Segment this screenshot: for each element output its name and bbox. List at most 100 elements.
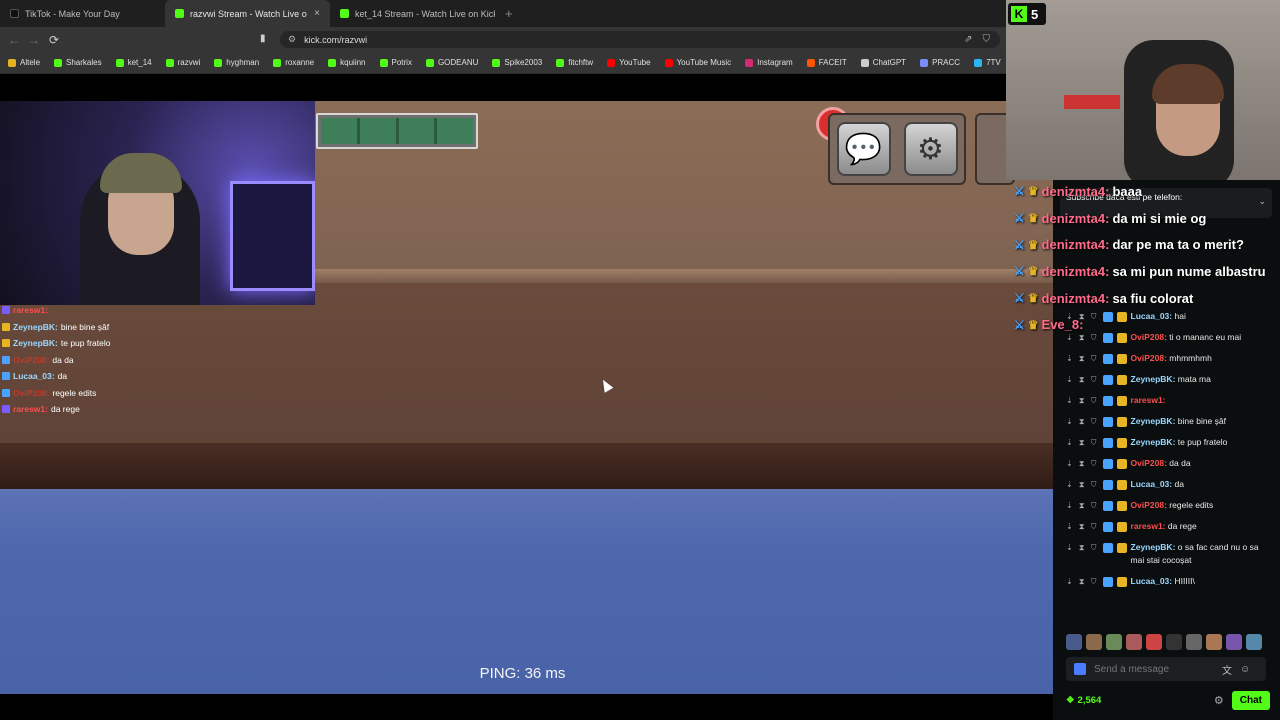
back-arrow-icon[interactable]: ← — [4, 33, 24, 47]
moderation-tools-icon[interactable]: ⇣ ⧗ ⛉ — [1066, 575, 1099, 588]
new-tab-button[interactable]: + — [495, 6, 523, 21]
bookmark-item[interactable]: hyghman — [214, 58, 259, 67]
tab-ket14-stream[interactable]: ket_14 Stream - Watch Live on Kick — [330, 0, 495, 27]
bookmark-item[interactable]: fitchftw — [556, 58, 593, 67]
moderation-tools-icon[interactable]: ⇣ ⧗ ⛉ — [1066, 394, 1099, 407]
chat-input[interactable] — [1094, 663, 1214, 675]
bookmark-item[interactable]: PRACC — [920, 58, 960, 67]
guest-webcam — [1006, 0, 1280, 180]
chat-username[interactable]: Lucaa_03: — [1131, 479, 1173, 489]
chat-username[interactable]: OviP208: — [1131, 353, 1167, 363]
moderation-tools-icon[interactable]: ⇣ ⧗ ⛉ — [1066, 415, 1099, 428]
chat-text: regele edits — [1169, 500, 1214, 510]
chat-username[interactable]: Lucaa_03: — [1131, 576, 1173, 586]
send-message-box[interactable]: 文 ☺ — [1066, 657, 1266, 681]
bookmark-item[interactable]: YouTube — [607, 58, 651, 67]
bookmark-item[interactable]: razvwi — [165, 58, 200, 67]
settings-gear-icon[interactable]: ⚙ — [903, 122, 958, 176]
emoji-icon[interactable]: ☺ — [1240, 664, 1250, 675]
chat-message[interactable]: ⇣ ⧗ ⛉ raresw1: — [1066, 390, 1274, 411]
url-field[interactable]: ⚙ kick.com/razvwi ⇗ ⛉ — [280, 31, 1000, 48]
chat-text: te pup fratelo — [60, 338, 111, 349]
chat-username: denizmta4: — [1041, 263, 1110, 279]
bookmark-item[interactable]: 7TV — [974, 58, 1001, 67]
emote-icon[interactable] — [1066, 634, 1082, 650]
bookmark-item[interactable]: Instagram — [745, 58, 793, 67]
share-icon[interactable]: ⇗ — [964, 34, 972, 45]
chat-message[interactable]: ⇣ ⧗ ⛉ OviP208: mhmmhmh — [1066, 348, 1274, 369]
tab-tiktok[interactable]: TikTok - Make Your Day — [0, 0, 165, 27]
emote-icon[interactable] — [1146, 634, 1162, 650]
translate-icon[interactable]: 文 — [1222, 662, 1232, 677]
chat-message-body: ZeynepBK: bine bine șâf — [1131, 415, 1226, 428]
site-info-icon[interactable]: ⚙ — [288, 34, 296, 45]
bookmark-item[interactable]: ket_14 — [115, 58, 152, 67]
emote-icon[interactable] — [1106, 634, 1122, 650]
moderation-tools-icon[interactable]: ⇣ ⧗ ⛉ — [1066, 520, 1099, 533]
emote-icon[interactable] — [1126, 634, 1142, 650]
bookmark-item[interactable]: Altele — [8, 58, 40, 67]
chat-message[interactable]: ⇣ ⧗ ⛉ OviP208: da da — [1066, 453, 1274, 474]
overlay-chat-line: Lucaa_03: da — [2, 368, 302, 385]
chat-settings-gear-icon[interactable]: ⚙ — [1214, 694, 1224, 707]
shield-icon[interactable]: ⛉ — [983, 34, 991, 45]
chat-text: bine bine șâf — [60, 321, 110, 332]
bookmark-item[interactable]: roxanne — [273, 58, 314, 67]
chat-bubble-icon[interactable]: 💬 — [836, 122, 891, 176]
moderation-tools-icon[interactable]: ⇣ ⧗ ⛉ — [1066, 478, 1099, 491]
chat-username[interactable]: raresw1: — [1131, 395, 1166, 405]
chat-username: denizmta4: — [1041, 183, 1110, 199]
bookmark-item[interactable]: YouTube Music — [664, 58, 731, 67]
badge-icon — [2, 306, 10, 315]
chat-username[interactable]: ZeynepBK: — [1131, 374, 1176, 384]
moderation-tools-icon[interactable]: ⇣ ⧗ ⛉ — [1066, 352, 1099, 365]
chat-username[interactable]: ZeynepBK: — [1131, 542, 1176, 552]
bookmark-favicon-icon — [974, 58, 983, 67]
chat-message[interactable]: ⇣ ⧗ ⛉ Lucaa_03: da — [1066, 474, 1274, 495]
kick-emote-icon[interactable] — [1074, 663, 1086, 675]
chat-username[interactable]: OviP208: — [1131, 458, 1167, 468]
moderation-tools-icon[interactable]: ⇣ ⧗ ⛉ — [1066, 373, 1099, 386]
chat-username[interactable]: ZeynepBK: — [1131, 437, 1176, 447]
crown-badge-icon: ♛ — [1027, 291, 1039, 306]
bookmark-item[interactable]: ChatGPT — [860, 58, 906, 67]
moderation-tools-icon[interactable]: ⇣ ⧗ ⛉ — [1066, 457, 1099, 470]
bookmark-item[interactable]: GODEANU — [425, 58, 478, 67]
bookmark-item[interactable]: Potrix — [379, 58, 412, 67]
bookmark-item[interactable]: Sharkales — [54, 58, 102, 67]
chat-username[interactable]: raresw1: — [1131, 521, 1166, 531]
chat-text: da mi si mie og — [1112, 210, 1207, 226]
bookmark-item[interactable]: FACEIT — [806, 58, 847, 67]
chat-message[interactable]: ⇣ ⧗ ⛉ raresw1: da rege — [1066, 516, 1274, 537]
emote-icon[interactable] — [1206, 634, 1222, 650]
forward-arrow-icon[interactable]: → — [24, 33, 44, 47]
chat-message[interactable]: ⇣ ⧗ ⛉ Lucaa_03: HIIIII\ — [1066, 571, 1274, 592]
task-progress-bar — [316, 113, 478, 149]
chat-username[interactable]: ZeynepBK: — [1131, 416, 1176, 426]
chat-message[interactable]: ⇣ ⧗ ⛉ ZeynepBK: mata ma — [1066, 369, 1274, 390]
chat-username[interactable]: OviP208: — [1131, 500, 1167, 510]
channel-points[interactable]: ❖ 2,564 — [1066, 695, 1101, 706]
emote-icon[interactable] — [1186, 634, 1202, 650]
chat-message[interactable]: ⇣ ⧗ ⛉ ZeynepBK: o sa fac cand nu o sa mai… — [1066, 537, 1274, 571]
bookmark-label: ket_14 — [127, 58, 152, 67]
chat-message[interactable]: ⇣ ⧗ ⛉ OviP208: regele edits — [1066, 495, 1274, 516]
bookmark-item[interactable]: Spike2003 — [492, 58, 542, 67]
moderation-tools-icon[interactable]: ⇣ ⧗ ⛉ — [1066, 541, 1099, 554]
close-tab-icon[interactable]: × — [314, 8, 320, 19]
emote-icon[interactable] — [1166, 634, 1182, 650]
emote-icon[interactable] — [1226, 634, 1242, 650]
bookmark-item[interactable]: kquiinn — [328, 58, 366, 67]
bookmark-label: Instagram — [757, 58, 793, 67]
moderation-tools-icon[interactable]: ⇣ ⧗ ⛉ — [1066, 499, 1099, 512]
sword-badge-icon — [1102, 438, 1113, 448]
emote-icon[interactable] — [1086, 634, 1102, 650]
chat-button[interactable]: Chat — [1231, 690, 1270, 710]
tab-razvwi-stream[interactable]: razvwi Stream - Watch Live o × — [165, 0, 330, 27]
bookmark-icon[interactable]: ▮ — [260, 33, 266, 44]
chat-message[interactable]: ⇣ ⧗ ⛉ ZeynepBK: bine bine șâf — [1066, 411, 1274, 432]
moderation-tools-icon[interactable]: ⇣ ⧗ ⛉ — [1066, 436, 1099, 449]
emote-icon[interactable] — [1246, 634, 1262, 650]
reload-icon[interactable]: ⟳ — [44, 33, 64, 47]
chat-message[interactable]: ⇣ ⧗ ⛉ ZeynepBK: te pup fratelo — [1066, 432, 1274, 453]
